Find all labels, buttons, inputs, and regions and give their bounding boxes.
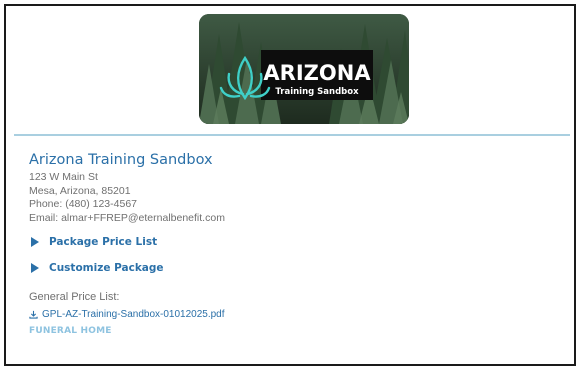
email-address: Email: almar+FFREP@eternalbenefit.com <box>29 211 225 224</box>
phone-number: Phone: (480) 123-4567 <box>29 198 137 210</box>
customize-package-toggle[interactable]: Customize Package <box>29 260 569 276</box>
download-icon <box>29 310 38 319</box>
customize-package-label: Customize Package <box>49 262 164 274</box>
address-block: 123 W Main St Mesa, Arizona, 85201 Phone… <box>29 171 569 225</box>
hero-area: ARIZONA Training Sandbox <box>6 6 574 136</box>
city-state-zip: Mesa, Arizona, 85201 <box>29 184 131 197</box>
package-price-list-label: Package Price List <box>49 236 158 248</box>
gpl-file-name: GPL-AZ-Training-Sandbox-01012025.pdf <box>42 309 225 320</box>
organization-name: Arizona Training Sandbox <box>29 152 213 168</box>
caret-right-icon <box>31 263 39 273</box>
hero-subtitle: Training Sandbox <box>275 87 359 97</box>
gpl-download-link[interactable]: GPL-AZ-Training-Sandbox-01012025.pdf <box>29 309 569 320</box>
divider <box>14 134 570 136</box>
hero-banner: ARIZONA Training Sandbox <box>199 14 409 124</box>
package-price-list-toggle[interactable]: Package Price List <box>29 234 569 250</box>
caret-right-icon <box>31 237 39 247</box>
street-address: 123 W Main St <box>29 171 98 183</box>
organization-card: Arizona Training Sandbox 123 W Main St M… <box>29 151 569 336</box>
forest-background-image: ARIZONA Training Sandbox <box>199 14 409 124</box>
general-price-list-heading: General Price List: <box>29 291 120 303</box>
hero-title: ARIZONA <box>263 61 371 85</box>
funeral-home-section-label: FUNERAL HOME <box>29 326 112 336</box>
page-frame: ARIZONA Training Sandbox Arizona Trainin… <box>4 4 576 366</box>
